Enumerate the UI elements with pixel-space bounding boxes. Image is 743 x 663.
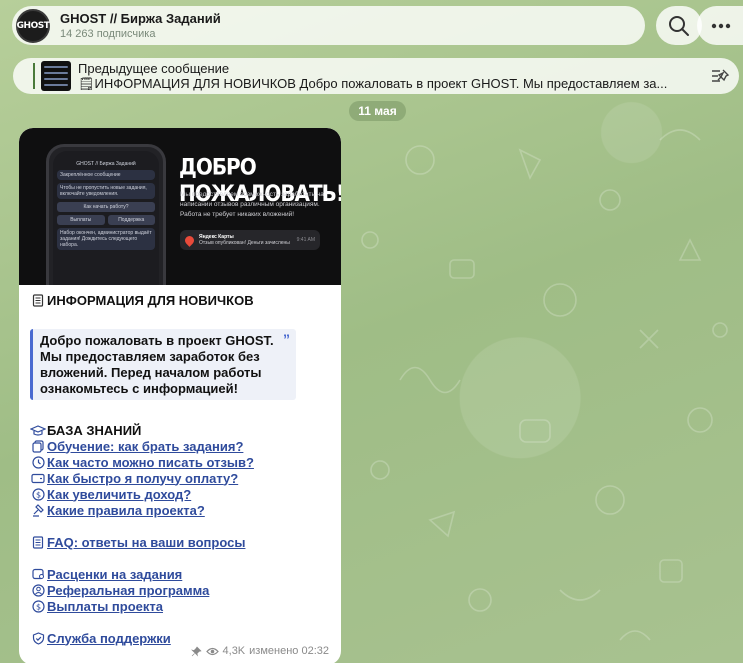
pinned-title: Предыдущее сообщение	[78, 61, 230, 76]
kb-links: Обучение: как брать задания? Как часто м…	[30, 438, 330, 518]
media-body: Мы предоставляем возможность заработать …	[180, 191, 324, 218]
link-faq[interactable]: FAQ: ответы на ваши вопросы	[47, 535, 245, 550]
more-icon	[711, 23, 730, 28]
post-image[interactable]: GHOST // Биржа Заданий Закреплённое сооб…	[19, 128, 341, 285]
card-icon	[30, 473, 46, 484]
notif-time: 9:41 AM	[296, 237, 315, 243]
welcome-quote: Добро пожаловать в проект GHOST. Мы пред…	[30, 329, 296, 400]
channel-title: GHOST // Биржа Заданий	[60, 11, 221, 26]
notif-text: Отзыв опубликован! Деньги зачислены	[199, 240, 290, 246]
pin-icon	[190, 646, 202, 656]
post-footer: 4,3K изменено 02:32	[190, 645, 329, 657]
phone-question: Как начать работу?	[57, 202, 155, 212]
link-row-referral[interactable]: Реферальная программа	[30, 582, 330, 598]
phone-btn-support: Поддержка	[107, 215, 155, 225]
post-title: ИНФОРМАЦИЯ ДЛЯ НОВИЧКОВ	[30, 293, 330, 308]
quote-icon: ”	[283, 331, 290, 347]
more-button[interactable]	[697, 6, 743, 45]
channel-avatar[interactable]: GHOST	[16, 8, 50, 43]
map-pin-icon	[183, 233, 196, 247]
link-income[interactable]: Как увеличить доход?	[47, 487, 191, 502]
phone-mockup: GHOST // Биржа Заданий Закреплённое сооб…	[46, 144, 166, 285]
svg-text:$: $	[35, 602, 40, 611]
chat-header[interactable]: GHOST GHOST // Биржа Заданий 14 263 подп…	[12, 6, 645, 45]
link-row-rules[interactable]: Какие правила проекта?	[30, 502, 330, 518]
phone-bubble: Чтобы не пропустить новые задания, включ…	[57, 183, 155, 199]
phone-btn-payouts: Выплаты	[57, 215, 105, 225]
edited-time: изменено 02:32	[249, 645, 329, 657]
list-icon	[30, 535, 46, 549]
eye-icon	[205, 647, 219, 655]
link-row-training[interactable]: Обучение: как брать задания?	[30, 438, 330, 454]
link-row-faq[interactable]: FAQ: ответы на ваши вопросы	[30, 534, 330, 550]
svg-text:$: $	[35, 490, 40, 499]
link-frequency[interactable]: Как часто можно писать отзыв?	[47, 455, 254, 470]
header-text: GHOST // Биржа Заданий 14 263 подписчика	[60, 11, 221, 40]
phone-pinned: Закреплённое сообщение	[57, 170, 155, 180]
link-training[interactable]: Обучение: как брать задания?	[47, 439, 243, 454]
link-prices[interactable]: Расценки на задания	[47, 567, 182, 582]
dollar-icon: $	[30, 487, 46, 501]
subscriber-count: 14 263 подписчика	[60, 28, 156, 40]
pin-indicator	[33, 63, 35, 89]
list-icon	[30, 294, 46, 307]
pinned-list-icon[interactable]	[709, 67, 731, 85]
link-row-support[interactable]: Служба поддержки	[30, 630, 330, 646]
search-icon	[669, 15, 689, 36]
search-button[interactable]	[656, 6, 702, 45]
link-support[interactable]: Служба поддержки	[47, 631, 171, 646]
gavel-icon	[30, 503, 46, 517]
graduation-cap-icon	[30, 424, 46, 437]
referral-icon	[30, 583, 46, 597]
document-copy-icon	[30, 439, 46, 453]
media-notification: Яндекс Карты Отзыв опубликован! Деньги з…	[180, 230, 320, 250]
link-row-payment-speed[interactable]: Как быстро я получу оплату?	[30, 470, 330, 486]
link-row-payouts[interactable]: $ Выплаты проекта	[30, 598, 330, 614]
link-row-frequency[interactable]: Как часто можно писать отзыв?	[30, 454, 330, 470]
view-count: 4,3K	[222, 645, 246, 657]
channel-post[interactable]: GHOST // Биржа Заданий Закреплённое сооб…	[19, 128, 341, 663]
pinned-message-bar[interactable]: Предыдущее сообщение 🗒ИНФОРМАЦИЯ ДЛЯ НОВ…	[13, 58, 739, 94]
post-title-text: ИНФОРМАЦИЯ ДЛЯ НОВИЧКОВ	[47, 293, 254, 308]
link-row-income[interactable]: $ Как увеличить доход?	[30, 486, 330, 502]
kb-title: БАЗА ЗНАНИЙ	[47, 423, 142, 438]
phone-bottom: Набор окончен, администратор выдаёт зада…	[57, 228, 155, 250]
knowledge-base-heading: БАЗА ЗНАНИЙ	[30, 423, 330, 438]
dollar-icon: $	[30, 599, 46, 613]
date-separator: 11 мая	[349, 101, 406, 121]
link-payment-speed[interactable]: Как быстро я получу оплату?	[47, 471, 238, 486]
quote-text: Добро пожаловать в проект GHOST. Мы пред…	[40, 333, 274, 396]
price-tag-icon	[30, 568, 46, 580]
shield-check-icon	[30, 631, 46, 645]
link-row-prices[interactable]: Расценки на задания	[30, 566, 330, 582]
pinned-thumbnail	[41, 61, 71, 91]
link-payouts[interactable]: Выплаты проекта	[47, 599, 163, 614]
clock-icon	[30, 455, 46, 469]
link-rules[interactable]: Какие правила проекта?	[47, 503, 205, 518]
pinned-preview: 🗒ИНФОРМАЦИЯ ДЛЯ НОВИЧКОВ Добро пожаловат…	[78, 76, 668, 91]
link-referral[interactable]: Реферальная программа	[47, 583, 209, 598]
phone-header: GHOST // Биржа Заданий	[76, 161, 136, 167]
